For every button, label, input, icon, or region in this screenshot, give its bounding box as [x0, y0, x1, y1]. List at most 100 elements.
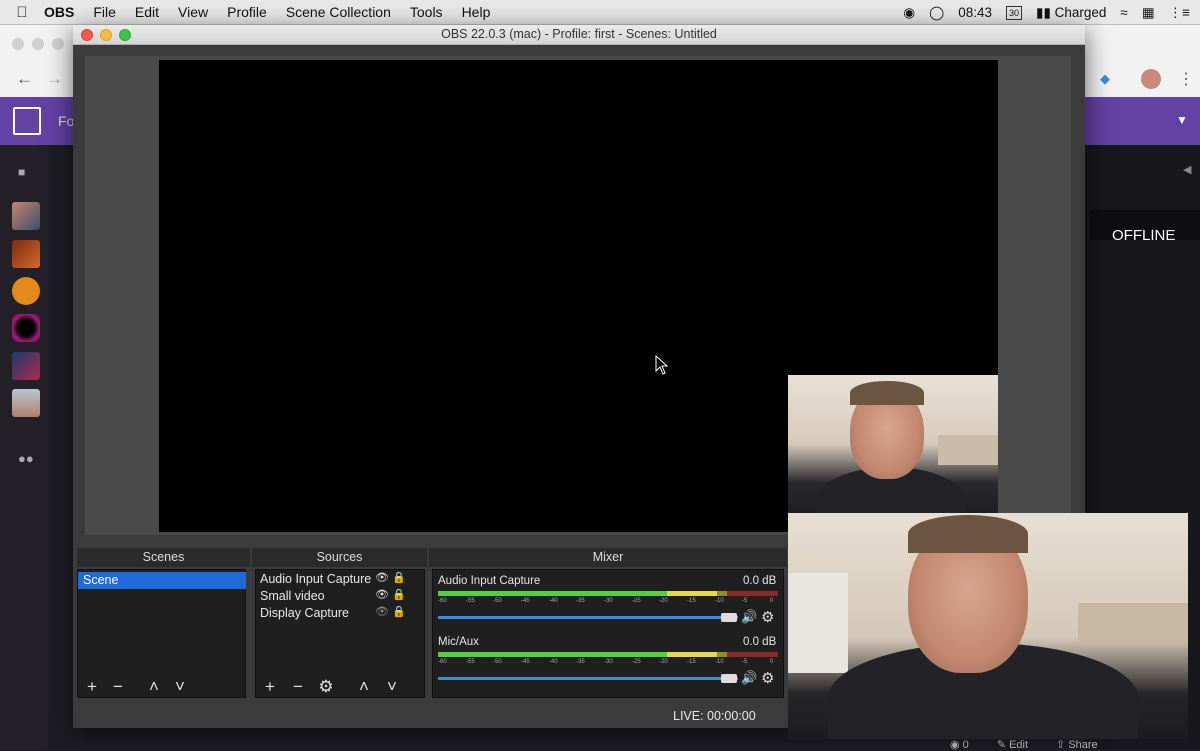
followed-channel-avatar[interactable]	[12, 389, 40, 417]
add-source-button[interactable]: +	[261, 677, 279, 696]
twitch-dropdown-icon[interactable]: ▼	[1176, 113, 1188, 127]
menu-extras-icon[interactable]: ⋮≡	[1169, 5, 1190, 21]
volume-meter	[438, 652, 778, 657]
video-camera-icon[interactable]: ■	[18, 165, 25, 179]
lock-icon[interactable]: 🔒	[392, 589, 406, 601]
apple-menu-icon[interactable]: 	[0, 4, 44, 21]
meter-tick-label: -10	[715, 659, 724, 665]
stream-actions: ◉ 0 ✎ Edit ⇧ Share	[950, 738, 1098, 751]
move-source-up-button[interactable]: ˄	[355, 677, 373, 696]
scene-item[interactable]: Scene	[78, 572, 246, 589]
webcam-preview-small	[788, 375, 998, 513]
share-button[interactable]: ⇧ Share	[1056, 738, 1098, 751]
pencil-icon: ✎	[996, 739, 1010, 751]
lock-icon[interactable]: 🔒	[392, 572, 406, 584]
meter-tick-label: -15	[687, 659, 696, 665]
time-machine-icon[interactable]: ◯	[929, 5, 944, 21]
sources-dock-title: Sources	[252, 548, 427, 567]
twitch-logo-icon[interactable]	[13, 107, 41, 135]
meter-tick-label: 0	[770, 598, 774, 604]
offline-banner: OFFLINE	[1090, 210, 1200, 244]
activity-monitor-icon[interactable]: ▦	[1142, 5, 1155, 21]
source-item-icons: 👁 🔒	[375, 571, 407, 587]
visibility-eye-icon[interactable]: 👁	[375, 572, 389, 584]
mute-speaker-icon[interactable]: 🔊	[741, 670, 757, 686]
meter-tick-label: -35	[576, 598, 585, 604]
twitch-sidebar: ■ ●●	[0, 145, 48, 749]
menu-tools[interactable]: Tools	[410, 4, 443, 20]
menu-help[interactable]: Help	[462, 4, 491, 20]
calendar-icon[interactable]: 30	[1006, 5, 1023, 20]
menu-app-name[interactable]: OBS	[44, 4, 74, 20]
mixer-channel-name: Audio Input Capture	[438, 575, 541, 587]
obs-status-icon[interactable]: ◉	[903, 5, 915, 21]
clock[interactable]: 08:43	[958, 5, 992, 20]
meter-tick-label: -15	[687, 598, 696, 604]
scenes-dock-title: Scenes	[77, 548, 250, 567]
followed-channel-avatar[interactable]	[12, 277, 40, 305]
share-icon: ⇧	[1056, 739, 1069, 751]
offline-label: OFFLINE	[1112, 227, 1176, 244]
visibility-eye-icon[interactable]: 👁	[375, 589, 389, 601]
followed-channel-avatar[interactable]	[12, 352, 40, 380]
meter-tick-label: -40	[549, 659, 558, 665]
remove-source-button[interactable]: −	[289, 677, 307, 696]
meter-tick-label: -40	[549, 598, 558, 604]
menu-edit[interactable]: Edit	[135, 4, 159, 20]
battery-icon: ▮▮	[1036, 4, 1055, 20]
friends-icon[interactable]: ●●	[18, 451, 34, 466]
profile-avatar[interactable]	[1141, 69, 1161, 89]
volume-slider-handle[interactable]	[721, 674, 737, 683]
collapse-icon[interactable]: ◀	[1183, 163, 1191, 176]
mixer-settings-gear-icon[interactable]: ⚙	[761, 608, 774, 626]
live-status: LIVE: 00:00:00	[673, 709, 756, 723]
meter-tick-label: -50	[493, 598, 502, 604]
background-window	[788, 573, 848, 673]
remove-scene-button[interactable]: −	[109, 677, 127, 696]
webcam-preview-large	[788, 513, 1188, 739]
menu-profile[interactable]: Profile	[227, 4, 267, 20]
volume-slider-handle[interactable]	[721, 613, 737, 622]
add-scene-button[interactable]: +	[83, 677, 101, 696]
volume-meter-level	[438, 591, 717, 596]
move-source-down-button[interactable]: ˅	[383, 677, 401, 696]
battery-status[interactable]: ▮▮ Charged	[1036, 5, 1106, 21]
source-properties-gear-icon[interactable]: ⚙	[317, 677, 335, 696]
wifi-icon[interactable]: ≈	[1120, 5, 1127, 20]
browser-traffic-lights	[12, 38, 64, 50]
move-scene-up-button[interactable]: ˄	[145, 677, 163, 696]
source-item-icons: 👁 🔒	[375, 588, 407, 604]
mixer-dock-title: Mixer	[429, 548, 787, 567]
back-icon[interactable]: ←	[16, 69, 33, 89]
meter-tick-label: -60	[438, 598, 447, 604]
move-scene-down-button[interactable]: ˅	[171, 677, 189, 696]
battery-label: Charged	[1054, 4, 1107, 20]
mixer-settings-gear-icon[interactable]: ⚙	[761, 669, 774, 687]
mute-speaker-icon[interactable]: 🔊	[741, 609, 757, 625]
edit-button[interactable]: ✎ Edit	[997, 738, 1028, 751]
volume-slider[interactable]	[438, 677, 738, 680]
followed-channel-avatar[interactable]	[12, 314, 40, 342]
obs-title-bar[interactable]: OBS 22.0.3 (mac) - Profile: first - Scen…	[73, 25, 1085, 45]
menu-view[interactable]: View	[178, 4, 208, 20]
meter-tick-label: 0	[770, 659, 774, 665]
visibility-hidden-icon[interactable]: 👁	[375, 606, 389, 618]
menu-scene-collection[interactable]: Scene Collection	[286, 4, 391, 20]
lock-icon[interactable]: 🔒	[392, 606, 406, 618]
extension-icon[interactable]: ◆	[1100, 71, 1110, 87]
volume-slider[interactable]	[438, 616, 738, 619]
meter-tick-label: -10	[715, 598, 724, 604]
followed-channel-avatar[interactable]	[12, 240, 40, 268]
mixer-channel-name: Mic/Aux	[438, 636, 479, 648]
forward-icon[interactable]: →	[46, 69, 63, 89]
mouse-cursor-icon	[655, 355, 669, 375]
followed-channel-avatar[interactable]	[12, 202, 40, 230]
twitch-nav-link[interactable]: Fo	[58, 113, 74, 129]
person-hair	[850, 381, 924, 405]
obs-window-title: OBS 22.0.3 (mac) - Profile: first - Scen…	[441, 27, 717, 41]
browser-menu-icon[interactable]: ⋮	[1178, 69, 1194, 89]
volume-meter	[438, 591, 778, 596]
meter-tick-label: -20	[659, 598, 668, 604]
menu-file[interactable]: File	[93, 4, 116, 20]
meter-tick-label: -30	[604, 598, 613, 604]
